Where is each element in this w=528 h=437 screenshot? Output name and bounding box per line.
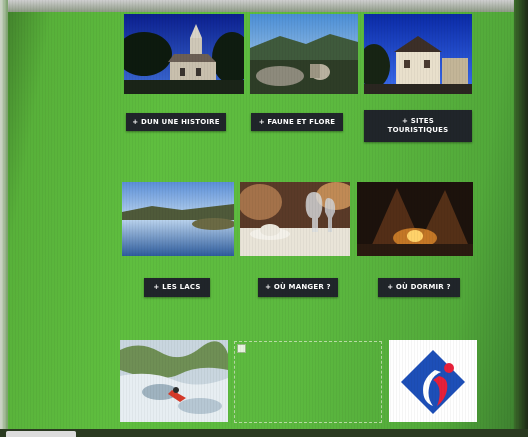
sites-button-line1: + SITES bbox=[402, 117, 434, 125]
monitor-bezel-bottom bbox=[0, 429, 528, 437]
village-church-photo[interactable] bbox=[124, 14, 244, 94]
ou-dormir-button[interactable]: + OÙ DORMIR ? bbox=[378, 278, 460, 297]
dining-table-photo[interactable] bbox=[240, 182, 350, 256]
ou-manger-button[interactable]: + OÙ MANGER ? bbox=[258, 278, 338, 297]
taskbar-tab[interactable] bbox=[6, 431, 76, 437]
faune-flore-button[interactable]: + FAUNE ET FLORE bbox=[251, 113, 343, 131]
wildlife-landscape-photo[interactable] bbox=[250, 14, 358, 94]
regional-logo[interactable] bbox=[389, 340, 477, 422]
les-lacs-button[interactable]: + LES LACS bbox=[144, 278, 210, 297]
historic-houses-photo[interactable] bbox=[364, 14, 472, 94]
browser-screen: + DUN UNE HISTOIRE + FAUNE ET FLORE + SI… bbox=[0, 0, 528, 437]
lake-photo[interactable] bbox=[122, 182, 234, 256]
kayak-river-photo[interactable] bbox=[120, 340, 228, 422]
sites-button-line2: TOURISTIQUES bbox=[387, 126, 449, 134]
histoire-button[interactable]: + DUN UNE HISTOIRE bbox=[126, 113, 226, 131]
monitor-bezel-right bbox=[514, 0, 528, 437]
camping-night-photo[interactable] bbox=[357, 182, 473, 256]
sites-touristiques-button[interactable]: + SITES TOURISTIQUES bbox=[364, 110, 472, 142]
broken-image-icon bbox=[237, 344, 246, 353]
monitor-bezel-top bbox=[0, 0, 528, 12]
monitor-bezel-left bbox=[0, 0, 8, 437]
broken-image-placeholder bbox=[234, 341, 382, 423]
